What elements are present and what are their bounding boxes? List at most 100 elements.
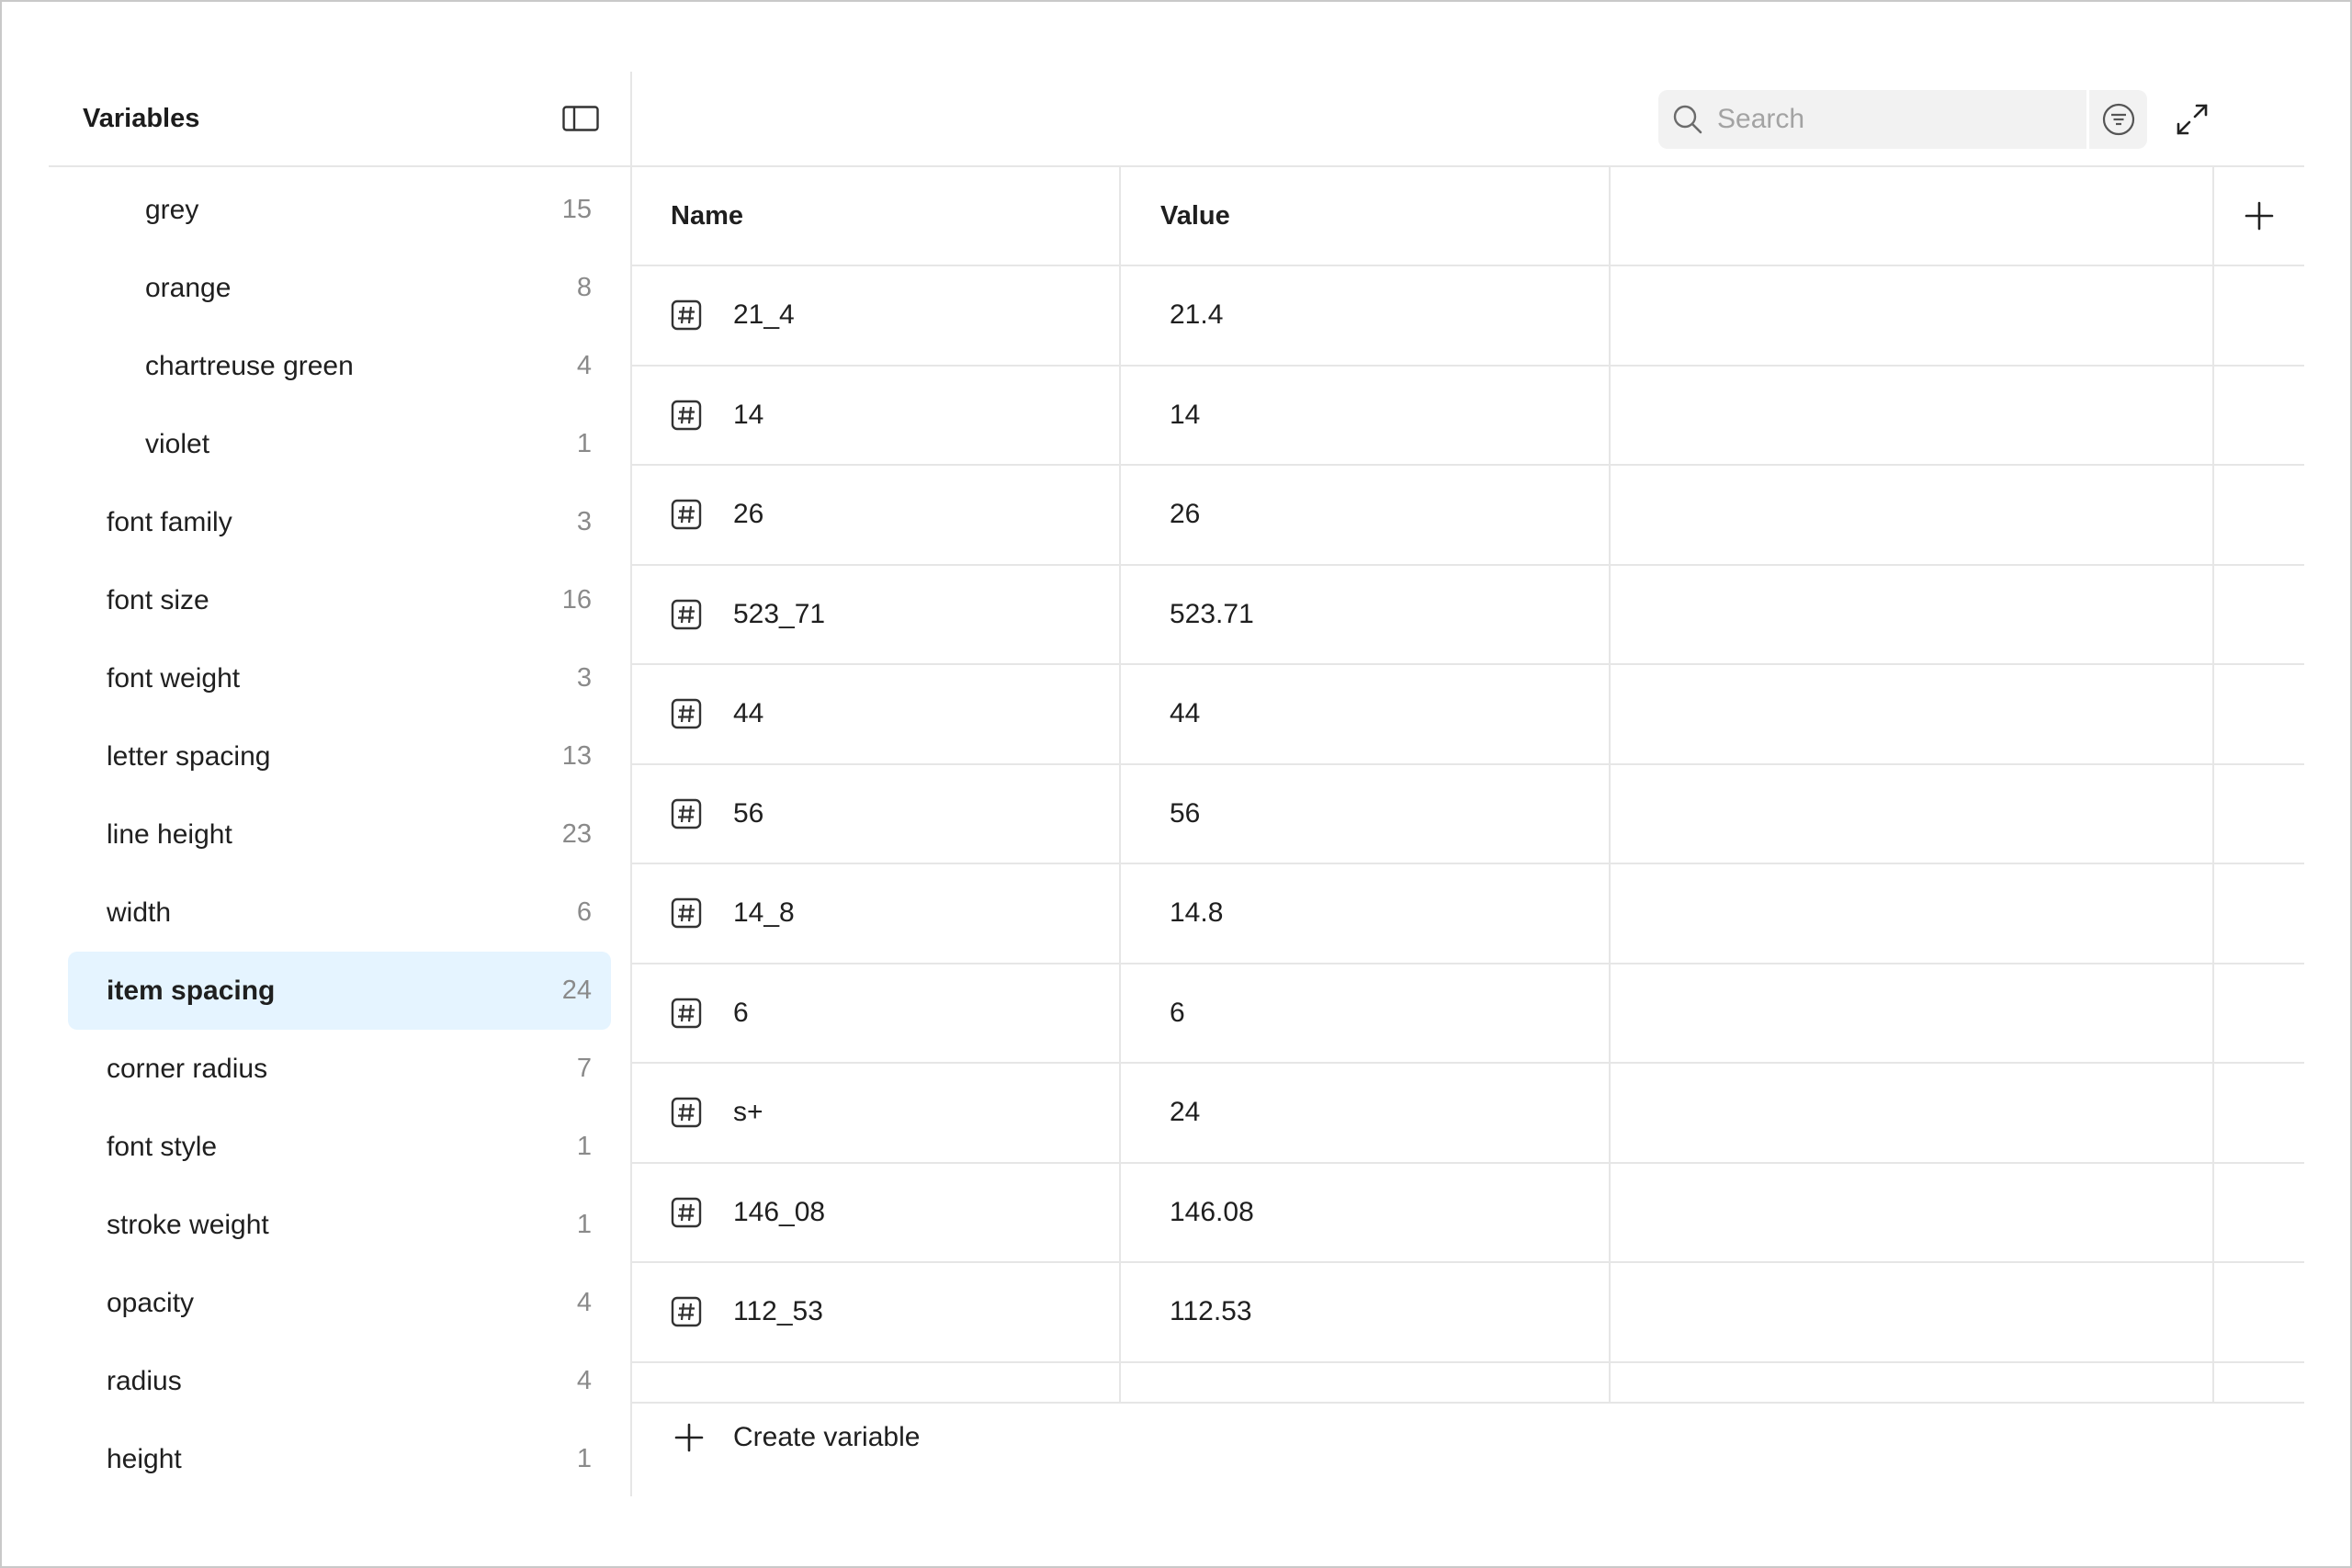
sidebar-item-count: 16 bbox=[561, 585, 592, 615]
name-cell[interactable]: 14_8 bbox=[632, 864, 1121, 963]
empty-cell bbox=[2214, 1164, 2304, 1262]
sidebar-item-count: 15 bbox=[561, 195, 592, 224]
table-row[interactable]: 56 56 bbox=[632, 764, 2304, 864]
value-cell[interactable]: 21.4 bbox=[1121, 266, 1611, 365]
sidebar-header: Variables bbox=[49, 72, 630, 167]
sidebar-title: Variables bbox=[83, 103, 200, 133]
value-cell[interactable]: 523.71 bbox=[1121, 565, 1611, 663]
number-variable-icon bbox=[671, 299, 702, 331]
sidebar-item-label: height bbox=[107, 1443, 182, 1474]
variable-name: 26 bbox=[733, 499, 764, 530]
sidebar-item[interactable]: width 6 bbox=[68, 874, 611, 952]
name-cell[interactable]: 26 bbox=[632, 466, 1121, 564]
name-cell[interactable]: 523_71 bbox=[632, 565, 1121, 663]
table-row[interactable]: 14 14 bbox=[632, 366, 2304, 466]
sidebar-item-label: font style bbox=[107, 1131, 218, 1162]
variable-name: 523_71 bbox=[733, 598, 826, 629]
table-row[interactable]: 21_4 21.4 bbox=[632, 266, 2304, 367]
empty-cell bbox=[1611, 1263, 2214, 1361]
sidebar-item[interactable]: orange 8 bbox=[68, 249, 611, 327]
name-cell[interactable]: 14 bbox=[632, 366, 1121, 464]
empty-cell bbox=[1611, 1163, 2214, 1261]
name-cell[interactable]: 44 bbox=[632, 665, 1121, 763]
table-body: 21_4 21.4 14 14 26 26 523_71 523.71 44 44 56 56 14_8… bbox=[632, 266, 2304, 1363]
value-cell[interactable]: 14.8 bbox=[1121, 864, 1611, 963]
number-variable-icon bbox=[671, 698, 702, 729]
value-cell[interactable]: 24 bbox=[1121, 1064, 1611, 1162]
sidebar-item[interactable]: font weight 3 bbox=[68, 639, 611, 717]
empty-cell bbox=[2214, 1263, 2304, 1361]
sidebar-item[interactable]: chartreuse green 4 bbox=[68, 327, 611, 405]
sidebar-item[interactable]: grey 15 bbox=[68, 171, 611, 249]
value-cell[interactable]: 146.08 bbox=[1121, 1163, 1611, 1261]
sidebar-item[interactable]: opacity 4 bbox=[68, 1264, 611, 1342]
sidebar-item-label: stroke weight bbox=[107, 1209, 269, 1240]
sidebar-item[interactable]: font style 1 bbox=[68, 1108, 611, 1186]
sidebar-item[interactable]: height 1 bbox=[68, 1420, 611, 1496]
value-cell[interactable]: 56 bbox=[1121, 764, 1611, 863]
sidebar-item-count: 23 bbox=[561, 819, 592, 849]
variable-name: 44 bbox=[733, 698, 764, 729]
plus-icon[interactable] bbox=[2241, 197, 2278, 234]
sidebar-item[interactable]: font family 3 bbox=[68, 483, 611, 561]
value-cell[interactable]: 44 bbox=[1121, 665, 1611, 763]
number-variable-icon bbox=[671, 1197, 702, 1228]
variable-value: 56 bbox=[1170, 797, 1201, 829]
search-box bbox=[1658, 90, 2147, 149]
sidebar-item[interactable]: line height 23 bbox=[68, 795, 611, 874]
empty-cell bbox=[1611, 1064, 2214, 1162]
variable-name: 14 bbox=[733, 399, 764, 430]
value-cell[interactable]: 112.53 bbox=[1121, 1263, 1611, 1361]
sidebar-item[interactable]: item spacing 24 bbox=[68, 952, 611, 1030]
sidebar-item-label: orange bbox=[145, 272, 232, 303]
sidebar-item[interactable]: letter spacing 13 bbox=[68, 717, 611, 795]
sidebar-item[interactable]: font size 16 bbox=[68, 561, 611, 639]
variable-value: 6 bbox=[1170, 997, 1185, 1028]
filter-icon[interactable] bbox=[2086, 90, 2147, 149]
expand-icon[interactable] bbox=[2166, 94, 2218, 145]
empty-cell bbox=[1611, 565, 2214, 663]
sidebar-item-label: chartreuse green bbox=[145, 350, 354, 381]
search-input[interactable] bbox=[1717, 90, 2086, 149]
sidebar-item-count: 6 bbox=[576, 897, 592, 927]
sidebar-item-label: opacity bbox=[107, 1287, 195, 1318]
variable-value: 44 bbox=[1170, 698, 1201, 729]
table-row[interactable]: 26 26 bbox=[632, 466, 2304, 566]
sidebar-item[interactable]: stroke weight 1 bbox=[68, 1186, 611, 1264]
table-row[interactable]: 66 bbox=[632, 964, 2304, 1064]
name-cell[interactable]: 6 bbox=[632, 964, 1121, 1062]
sidebar-item[interactable]: corner radius 7 bbox=[68, 1030, 611, 1108]
sidebar-item[interactable]: violet 1 bbox=[68, 405, 611, 483]
name-cell[interactable]: 21_4 bbox=[632, 266, 1121, 365]
number-variable-icon bbox=[671, 897, 702, 929]
value-cell[interactable]: 14 bbox=[1121, 366, 1611, 464]
name-cell[interactable]: 56 bbox=[632, 764, 1121, 863]
table-row[interactable]: 146_08 146.08 bbox=[632, 1163, 2304, 1263]
create-variable-button[interactable]: Create variable bbox=[632, 1378, 2304, 1496]
sidebar-item-label: radius bbox=[107, 1365, 182, 1396]
variable-name: 112_53 bbox=[733, 1296, 823, 1327]
empty-cell bbox=[1611, 665, 2214, 763]
sidebar-item-label: letter spacing bbox=[107, 740, 271, 772]
variable-value: 24 bbox=[1170, 1097, 1201, 1128]
table-row[interactable]: 44 44 bbox=[632, 665, 2304, 765]
empty-cell bbox=[1611, 764, 2214, 863]
sidebar-item-count: 1 bbox=[576, 1210, 592, 1239]
table-row[interactable]: 112_53 112.53 bbox=[632, 1263, 2304, 1363]
number-variable-icon bbox=[671, 998, 702, 1029]
name-cell[interactable]: s+ bbox=[632, 1064, 1121, 1162]
empty-cell bbox=[1611, 366, 2214, 464]
table-row[interactable]: 14_8 14.8 bbox=[632, 864, 2304, 964]
sidebar-item-count: 3 bbox=[576, 663, 592, 693]
table-row[interactable]: 523_71 523.71 bbox=[632, 565, 2304, 665]
sidebar-item-label: width bbox=[107, 897, 172, 928]
sidebar-item[interactable]: radius 4 bbox=[68, 1342, 611, 1420]
column-header-value: Value bbox=[1121, 167, 1611, 265]
name-cell[interactable]: 112_53 bbox=[632, 1263, 1121, 1361]
value-cell[interactable]: 6 bbox=[1121, 964, 1611, 1062]
sidebar-panel-icon[interactable] bbox=[561, 104, 600, 133]
name-cell[interactable]: 146_08 bbox=[632, 1163, 1121, 1261]
table-row[interactable]: s+ 24 bbox=[632, 1064, 2304, 1164]
number-variable-icon bbox=[671, 798, 702, 829]
value-cell[interactable]: 26 bbox=[1121, 466, 1611, 564]
